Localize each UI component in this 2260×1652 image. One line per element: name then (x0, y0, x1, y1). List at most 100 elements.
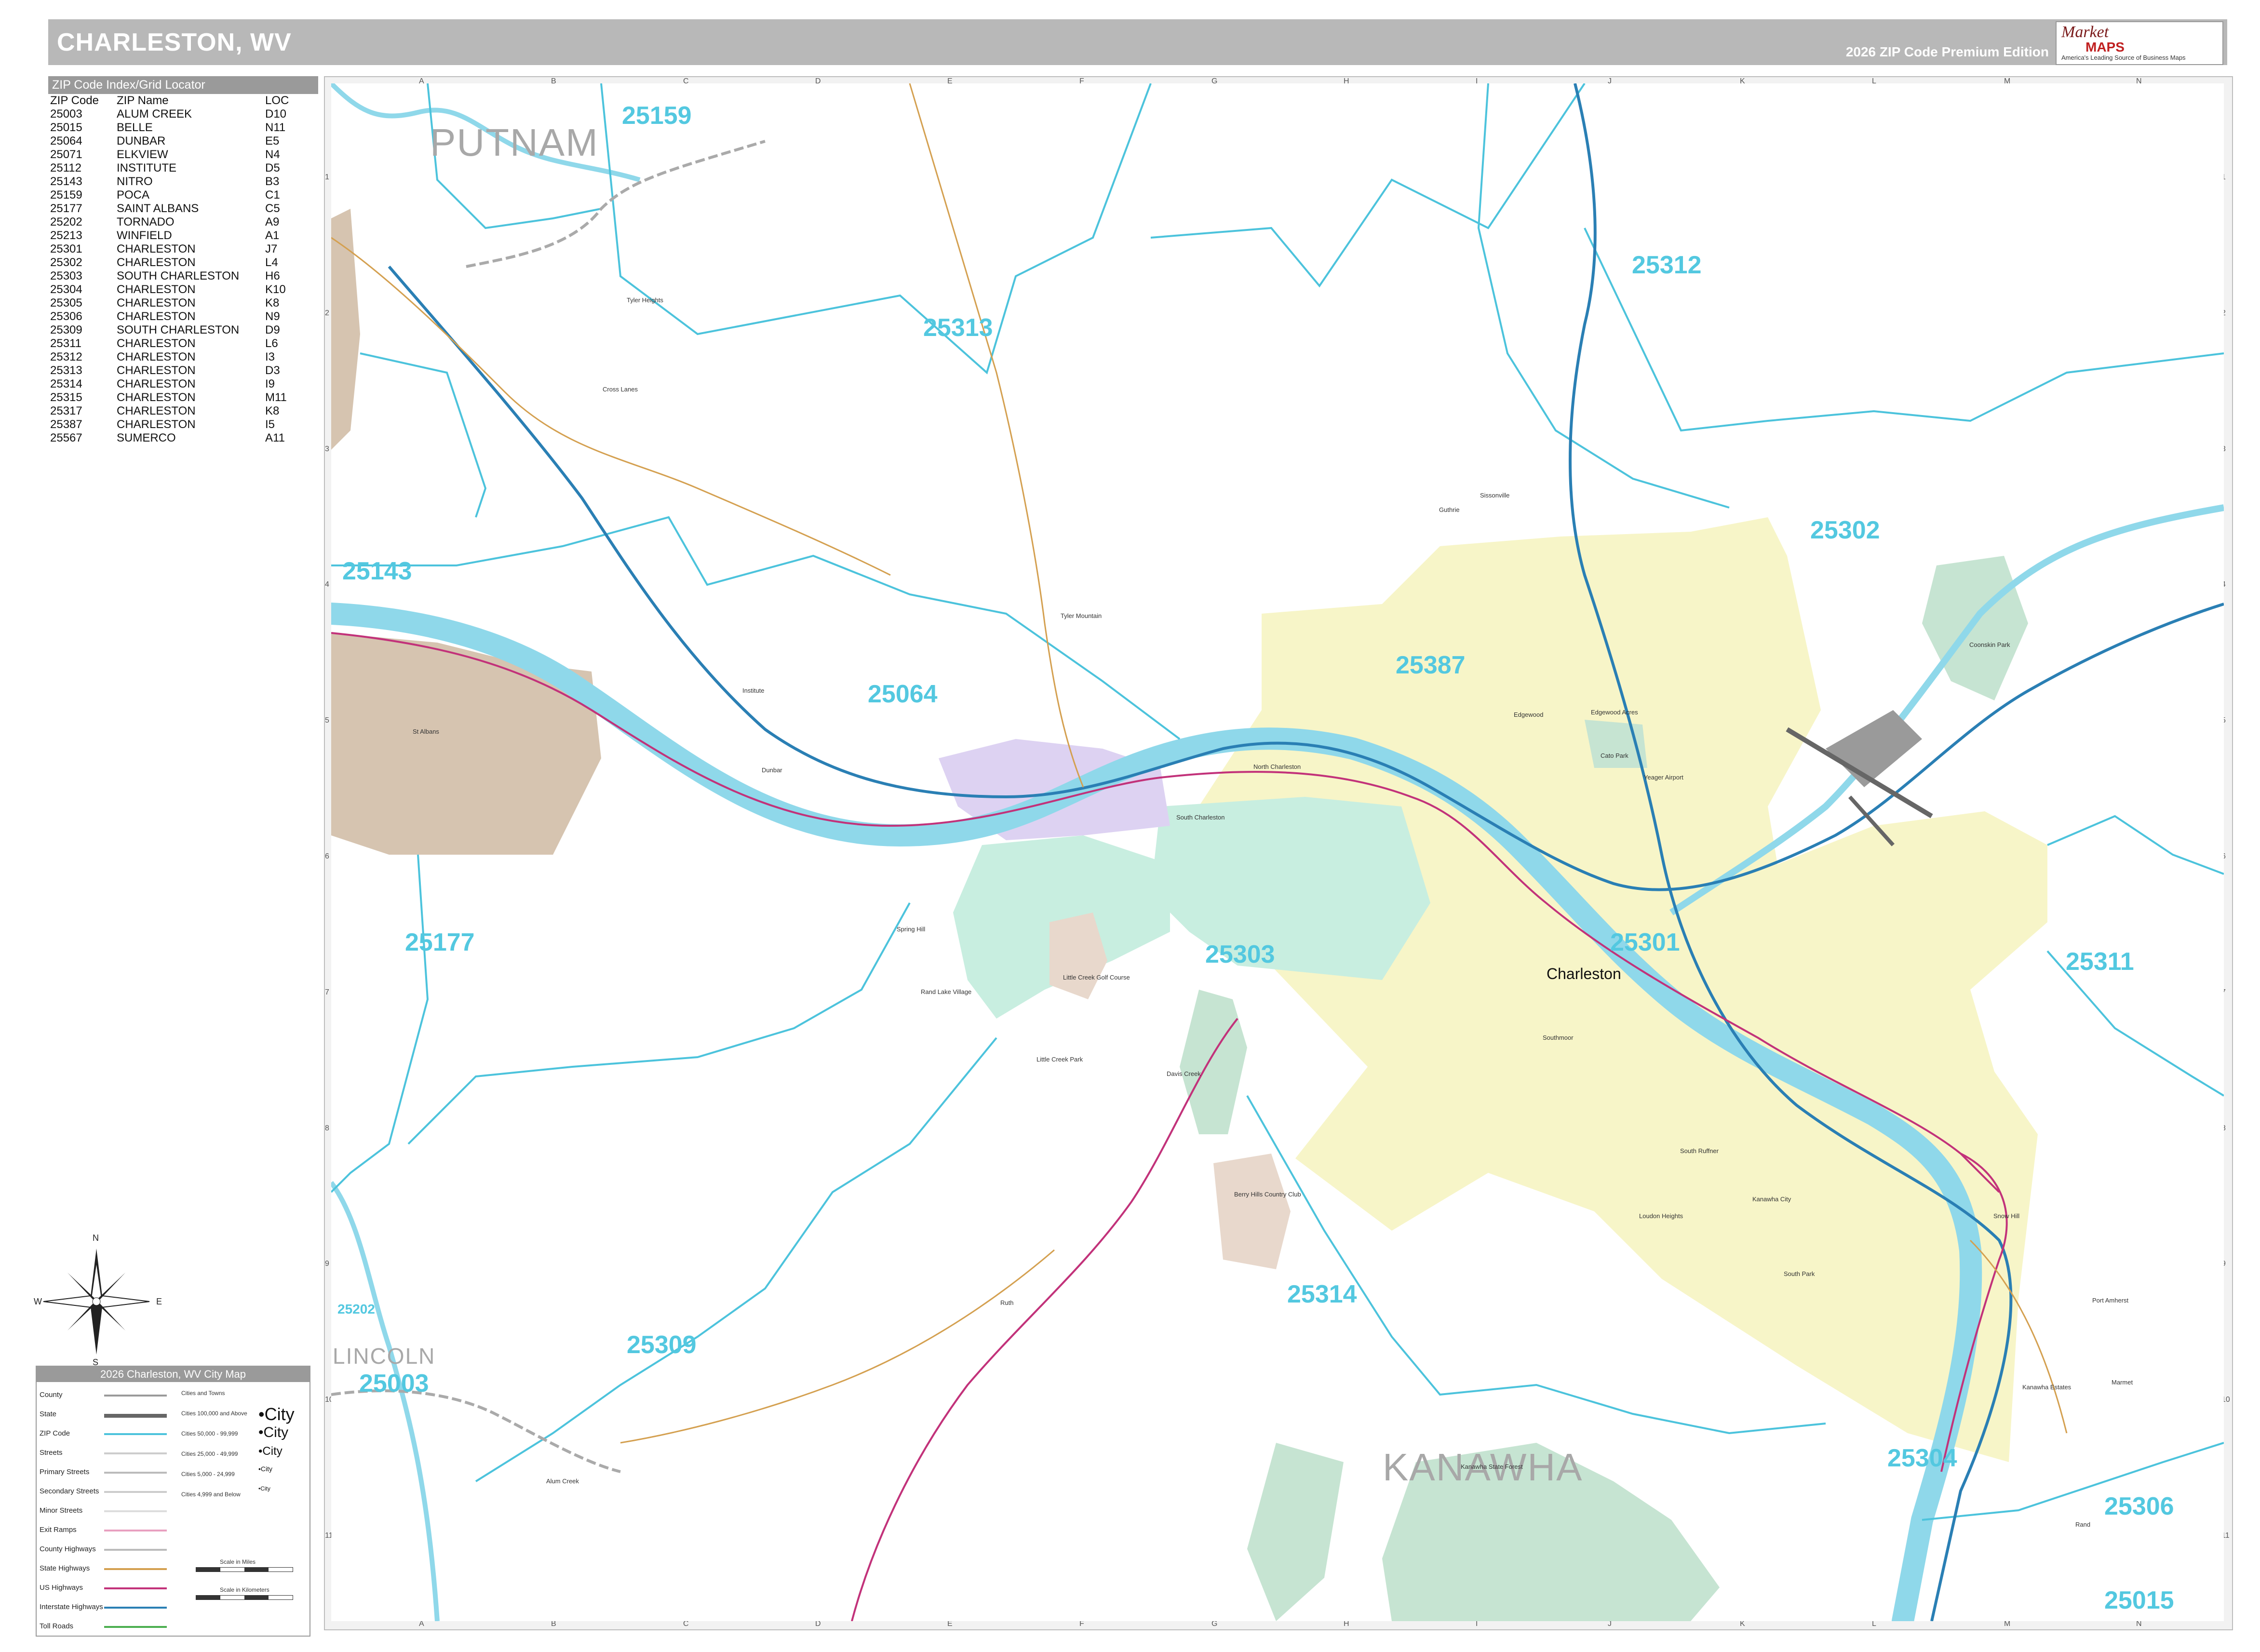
zip-name-cell: SUMERCO (117, 431, 176, 444)
loc-cell: I9 (265, 377, 275, 390)
legend-symbol (104, 1433, 167, 1435)
scale-bar-km (196, 1595, 293, 1600)
zip-label-25143[interactable]: 25143 (342, 557, 412, 586)
zip-name-cell: CHARLESTON (117, 418, 196, 431)
place-label-north-charleston: North Charleston (1253, 763, 1301, 770)
zip-label-25311[interactable]: 25311 (2066, 947, 2134, 976)
zip-label-25312[interactable]: 25312 (1632, 251, 1702, 280)
place-label-marmet: Marmet (2112, 1379, 2133, 1386)
place-label-rand: Rand (2075, 1521, 2091, 1528)
loc-cell: I3 (265, 350, 275, 363)
county-label-putnam: PUTNAM (430, 121, 599, 164)
zip-name-cell: SOUTH CHARLESTON (117, 323, 240, 336)
zip-index-row: 25112 INSTITUTE D5 (48, 161, 291, 175)
place-label-st-albans: St Albans (413, 728, 439, 735)
place-label-yeager-airport: Yeager Airport (1644, 774, 1683, 781)
zip-label-25064[interactable]: 25064 (868, 680, 938, 709)
zip-name-cell: POCA (117, 188, 150, 201)
zip-index-row: 25003 ALUM CREEK D10 (48, 107, 291, 121)
park-cato (1585, 720, 1647, 768)
zip-index-row: 25143 NITRO B3 (48, 175, 291, 188)
zip-name-cell: CHARLESTON (117, 404, 196, 417)
col-zip-name: ZIP Name (117, 94, 169, 107)
zip-label-25159[interactable]: 25159 (622, 101, 692, 130)
place-label-little-creek-golf-course: Little Creek Golf Course (1063, 974, 1130, 981)
zip-code-cell: 25159 (50, 188, 82, 201)
zip-label-25387[interactable]: 25387 (1396, 651, 1466, 680)
place-label-berry-hills-country-club: Berry Hills Country Club (1234, 1191, 1301, 1198)
zip-index-title: ZIP Code Index/Grid Locator (48, 76, 318, 94)
map-title: CHARLESTON, WV (57, 28, 292, 56)
zip-label-25301[interactable]: 25301 (1610, 928, 1680, 957)
legend-symbol (104, 1491, 167, 1493)
grid-row-label-8: 8 (325, 1124, 329, 1132)
loc-cell: K8 (265, 404, 280, 417)
legend-city-sample: •City (258, 1445, 282, 1458)
grid-row-label-2: 2 (325, 309, 329, 317)
zip-label-25202[interactable]: 25202 (337, 1302, 375, 1317)
zip-label-25303[interactable]: 25303 (1205, 940, 1275, 969)
zip-code-cell: 25314 (50, 377, 82, 390)
zip-code-cell: 25317 (50, 404, 82, 417)
legend-item-minor-streets: Minor Streets (40, 1506, 83, 1515)
loc-cell: N4 (265, 148, 280, 161)
place-label-cross-lanes: Cross Lanes (603, 386, 638, 393)
zip-label-25302[interactable]: 25302 (1810, 516, 1880, 545)
zip-label-25304[interactable]: 25304 (1887, 1444, 1957, 1473)
loc-cell: C5 (265, 202, 280, 215)
compass-e: E (156, 1297, 162, 1306)
zip-name-cell: DUNBAR (117, 134, 166, 148)
zip-code-cell: 25309 (50, 323, 82, 336)
zip-name-cell: ALUM CREEK (117, 107, 192, 121)
map-canvas[interactable] (331, 83, 2224, 1621)
zip-code-cell: 25313 (50, 364, 82, 377)
legend-symbol (104, 1626, 167, 1628)
place-label-little-creek-park: Little Creek Park (1036, 1056, 1083, 1063)
loc-cell: D5 (265, 161, 280, 175)
place-label-sissonville: Sissonville (1480, 492, 1510, 499)
compass-rose: N S W E (34, 1233, 162, 1367)
place-label-southmoor: Southmoor (1543, 1034, 1574, 1041)
legend-symbol (104, 1472, 167, 1474)
zip-code-cell: 25304 (50, 283, 82, 296)
zip-label-25309[interactable]: 25309 (627, 1330, 697, 1359)
legend-city-sample: •City (258, 1465, 273, 1473)
grid-row-label-4: 4 (325, 580, 329, 589)
place-label-dunbar: Dunbar (762, 766, 782, 774)
zip-label-25177[interactable]: 25177 (405, 928, 475, 957)
zip-code-cell: 25003 (50, 107, 82, 121)
loc-cell: I5 (265, 418, 275, 431)
zip-code-cell: 25303 (50, 269, 82, 282)
logo-brand-top: Market (2061, 23, 2109, 41)
zip-index-row: 25313 CHARLESTON D3 (48, 364, 291, 377)
zip-label-25314[interactable]: 25314 (1287, 1280, 1357, 1309)
zip-name-cell: TORNADO (117, 215, 175, 228)
grid-row-label-7: 7 (325, 988, 329, 996)
grid-row-label-6: 6 (325, 852, 329, 860)
city-label-charleston: Charleston (1547, 965, 1621, 982)
zip-code-cell: 25306 (50, 310, 82, 323)
zip-code-cell: 25387 (50, 418, 82, 431)
place-label-edgewood-acres: Edgewood Acres (1591, 709, 1638, 716)
zip-code-cell: 25071 (50, 148, 82, 161)
zip-code-cell: 25015 (50, 121, 82, 134)
zip-label-25306[interactable]: 25306 (2104, 1492, 2174, 1521)
zip-index-row: 25305 CHARLESTON K8 (48, 296, 291, 310)
zip-label-25313[interactable]: 25313 (923, 313, 993, 342)
zip-index-row: 25301 CHARLESTON J7 (48, 242, 291, 256)
legend-symbol (104, 1530, 167, 1531)
legend-city-size-label: Cities 4,999 and Below (181, 1491, 241, 1498)
zip-code-cell: 25305 (50, 296, 82, 309)
legend-item-us-highways: US Highways (40, 1584, 83, 1592)
zip-index-row: 25304 CHARLESTON K10 (48, 283, 291, 296)
zip-name-cell: CHARLESTON (117, 242, 196, 255)
zip-name-cell: CHARLESTON (117, 296, 196, 309)
zip-label-25003[interactable]: 25003 (359, 1369, 429, 1398)
zip-index-row: 25071 ELKVIEW N4 (48, 148, 291, 161)
place-label-edgewood: Edgewood (1514, 711, 1544, 718)
legend-item-county-highways: County Highways (40, 1545, 96, 1553)
zip-label-25015[interactable]: 25015 (2104, 1586, 2174, 1615)
zip-index-header-row: ZIP Code ZIP Name LOC (48, 94, 291, 107)
zip-index-row: 25317 CHARLESTON K8 (48, 404, 291, 418)
loc-cell: D10 (265, 107, 287, 121)
